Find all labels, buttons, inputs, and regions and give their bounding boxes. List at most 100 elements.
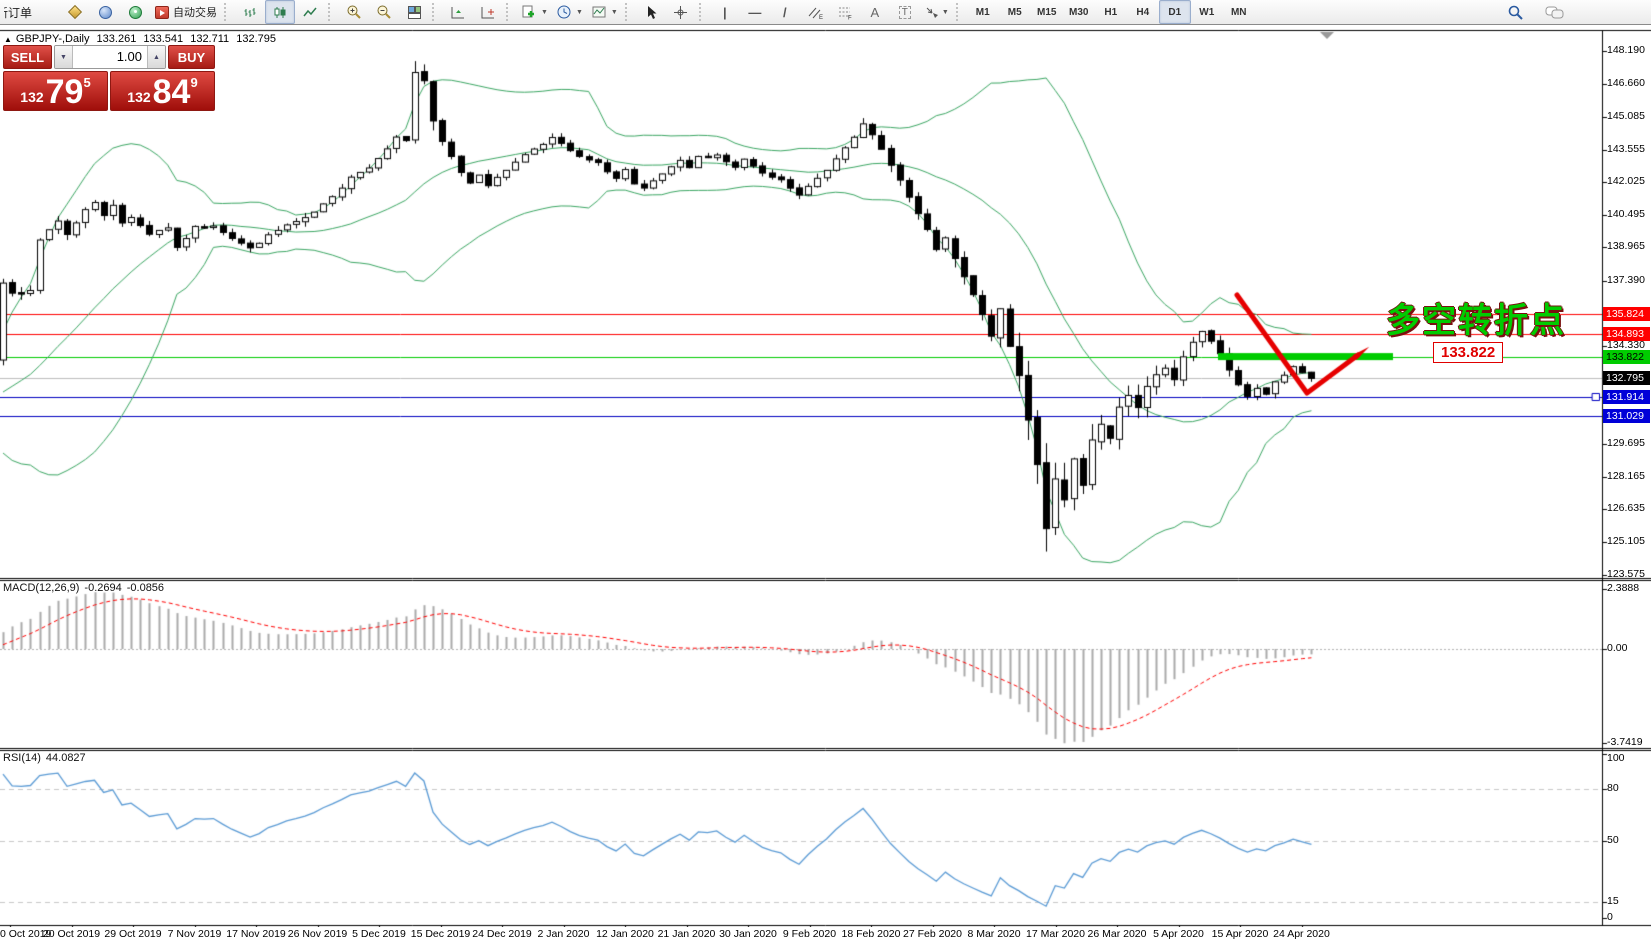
tab-timeframe-mn[interactable]: MN	[1223, 0, 1255, 24]
price-badge: 131.029	[1603, 409, 1650, 423]
rsi-axis-label: 0	[1603, 911, 1651, 923]
buy-button[interactable]: BUY	[168, 45, 215, 69]
new-chart-icon	[521, 4, 537, 20]
signal-button[interactable]	[120, 0, 150, 24]
sell-price-int: 132	[20, 89, 43, 105]
text-label-button[interactable]: T	[890, 0, 920, 24]
volume-input[interactable]: 1.00	[72, 46, 148, 68]
buy-price-button[interactable]: 132 84 9	[110, 71, 215, 111]
time-axis[interactable]: 0 Oct 201920 Oct 201929 Oct 20197 Nov 20…	[0, 927, 1602, 942]
price-tick-label: 123.575	[1603, 568, 1651, 580]
annotation-price-label[interactable]: 133.822	[1433, 342, 1503, 363]
cursor-button[interactable]	[636, 0, 666, 24]
toolbar-grip	[956, 3, 963, 21]
volume-increase-button[interactable]: ▲	[148, 46, 165, 68]
text-button[interactable]: A	[860, 0, 890, 24]
crosshair-button[interactable]	[666, 0, 696, 24]
sell-price-button[interactable]: 132 79 5	[3, 71, 108, 111]
macd-main-value: -0.2694	[84, 582, 121, 594]
price-tick-label: 128.165	[1603, 470, 1651, 482]
collapse-arrow-icon[interactable]: ▲	[4, 35, 12, 44]
bar-chart-button[interactable]	[235, 0, 265, 24]
new-order-button[interactable]: 新订单	[0, 0, 60, 24]
templates-icon	[591, 4, 607, 20]
one-click-trade-panel: SELL ▼ 1.00 ▲ BUY 132 79 5 132 84 9	[3, 45, 215, 111]
annotation-text[interactable]: 多空转折点	[1386, 293, 1566, 342]
tab-timeframe-h1[interactable]: H1	[1095, 0, 1127, 24]
search-button[interactable]	[1500, 1, 1530, 25]
fibonacci-button[interactable]: F	[830, 0, 860, 24]
macd-signal-value: -0.0856	[127, 582, 164, 594]
volume-decrease-button[interactable]: ▼	[55, 46, 72, 68]
svg-text:E: E	[819, 15, 823, 20]
price-tick-label: 146.660	[1603, 77, 1651, 89]
tab-timeframe-m15[interactable]: M15	[1031, 0, 1063, 24]
zoom-out-button[interactable]	[369, 0, 399, 24]
new-order-label: 新订单	[4, 4, 32, 21]
chat-button[interactable]	[1540, 1, 1570, 25]
toolbar-grip	[625, 3, 632, 21]
candlestick-chart-button[interactable]	[265, 0, 295, 24]
community-button[interactable]	[90, 0, 120, 24]
horizontal-line-button[interactable]: —	[740, 0, 770, 24]
tab-timeframe-m1[interactable]: M1	[967, 0, 999, 24]
tab-timeframe-m30[interactable]: M30	[1063, 0, 1095, 24]
vertical-line-icon: |	[723, 5, 727, 20]
sell-button[interactable]: SELL	[3, 45, 52, 69]
wallet-button[interactable]	[60, 0, 90, 24]
chart-canvas[interactable]	[0, 25, 1651, 942]
search-icon	[1507, 4, 1524, 21]
line-chart-icon	[303, 5, 318, 20]
periods-button[interactable]: ▼	[552, 0, 587, 24]
chat-icon	[1545, 5, 1565, 21]
chevron-down-icon: ▼	[576, 9, 583, 16]
toolbar-grip	[506, 3, 513, 21]
auto-scroll-button[interactable]	[443, 0, 473, 24]
autotrade-label: 自动交易	[173, 4, 217, 20]
tab-timeframe-d1[interactable]: D1	[1159, 0, 1191, 24]
arrows-button[interactable]: ▼	[920, 0, 953, 24]
toolbar-grip	[432, 3, 439, 21]
time-axis-label: 24 Apr 2020	[1273, 928, 1330, 940]
rsi-name: RSI(14)	[3, 752, 41, 764]
time-axis-label: 7 Nov 2019	[168, 928, 222, 940]
time-axis-label: 5 Dec 2019	[352, 928, 406, 940]
autotrade-button[interactable]: 自动交易	[150, 0, 221, 24]
symbol-label: GBPJPY-,Daily	[16, 33, 90, 45]
horizontal-line-icon: —	[748, 5, 761, 20]
tab-timeframe-h4[interactable]: H4	[1127, 0, 1159, 24]
chevron-down-icon: ▼	[942, 9, 949, 16]
line-chart-button[interactable]	[295, 0, 325, 24]
chevron-down-icon: ▼	[541, 9, 548, 16]
chart-shift-icon	[480, 5, 496, 20]
time-axis-label: 15 Apr 2020	[1212, 928, 1269, 940]
periods-icon	[556, 4, 572, 20]
price-tick-label: 142.025	[1603, 175, 1651, 187]
bar-chart-icon	[243, 5, 258, 20]
price-tick-label: 145.085	[1603, 110, 1651, 122]
macd-axis-label: 2.3888	[1603, 582, 1651, 594]
price-badge: 133.822	[1603, 350, 1650, 364]
templates-button[interactable]: ▼	[587, 0, 622, 24]
toolbar: 新订单 自动交易 ▼ ▼ ▼	[0, 0, 1651, 25]
crosshair-icon	[673, 5, 688, 20]
chart-shift-button[interactable]	[473, 0, 503, 24]
text-label-icon: T	[899, 6, 911, 19]
rsi-axis-label: 50	[1603, 834, 1651, 846]
vertical-line-button[interactable]: |	[710, 0, 740, 24]
macd-indicator-label: MACD(12,26,9)-0.2694-0.0856	[3, 582, 169, 594]
tab-timeframe-w1[interactable]: W1	[1191, 0, 1223, 24]
tab-timeframe-m5[interactable]: M5	[999, 0, 1031, 24]
trendline-button[interactable]: /	[770, 0, 800, 24]
price-axis[interactable]: 148.190146.660145.085143.555142.025140.4…	[1603, 25, 1651, 942]
time-axis-label: 26 Mar 2020	[1088, 928, 1147, 940]
zoom-in-button[interactable]	[339, 0, 369, 24]
rsi-axis-label: 80	[1603, 782, 1651, 794]
sell-price-sup: 5	[83, 75, 90, 90]
new-chart-button[interactable]: ▼	[517, 0, 552, 24]
time-axis-label: 24 Dec 2019	[472, 928, 532, 940]
channel-button[interactable]: E	[800, 0, 830, 24]
community-user-icon	[97, 4, 113, 20]
tile-windows-button[interactable]	[399, 0, 429, 24]
time-axis-label: 9 Feb 2020	[783, 928, 836, 940]
